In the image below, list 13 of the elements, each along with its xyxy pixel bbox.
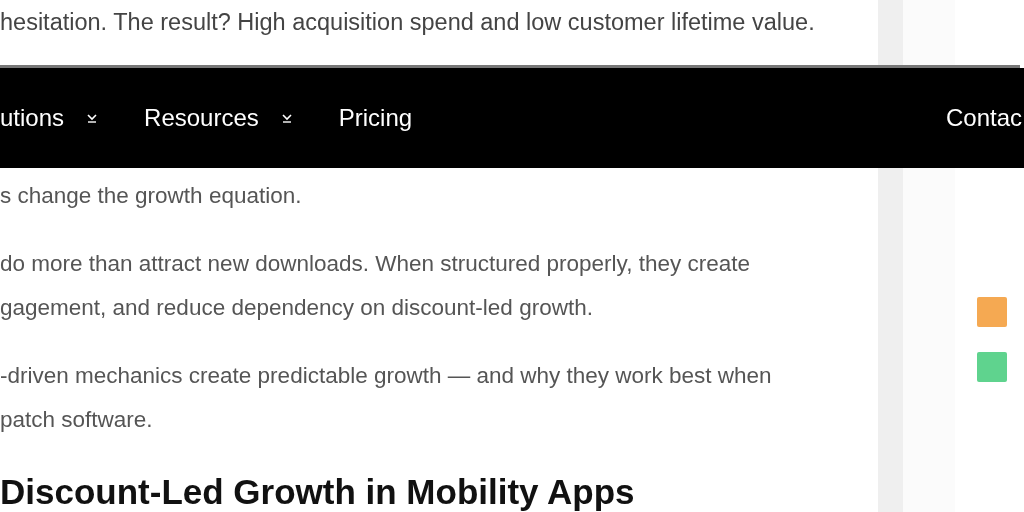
paragraph-line: -driven mechanics create predictable growth — and why they work best when (0, 362, 773, 390)
caret-icon (86, 112, 99, 124)
paragraph-line: do more than attract new downloads. When structured properly, they create (0, 250, 751, 278)
nav-link[interactable]: Resources (144, 104, 293, 132)
section-heading: Discount-Led Growth in Mobility Apps (0, 472, 636, 512)
paragraph-line: gagement, and reduce dependency on discount-led growth. (0, 294, 594, 322)
nav-link[interactable]: Contac (945, 104, 1022, 132)
paragraph-line: s change the growth equation. (0, 182, 303, 210)
paragraph-line: patch software. (0, 406, 154, 434)
paragraph-text: hesitation. The result? High acquisition spend and low customer lifetime value. (0, 8, 816, 37)
caret-icon (280, 112, 293, 124)
nav-link[interactable]: utions (0, 104, 99, 132)
nav-link[interactable]: Pricing (338, 104, 413, 132)
